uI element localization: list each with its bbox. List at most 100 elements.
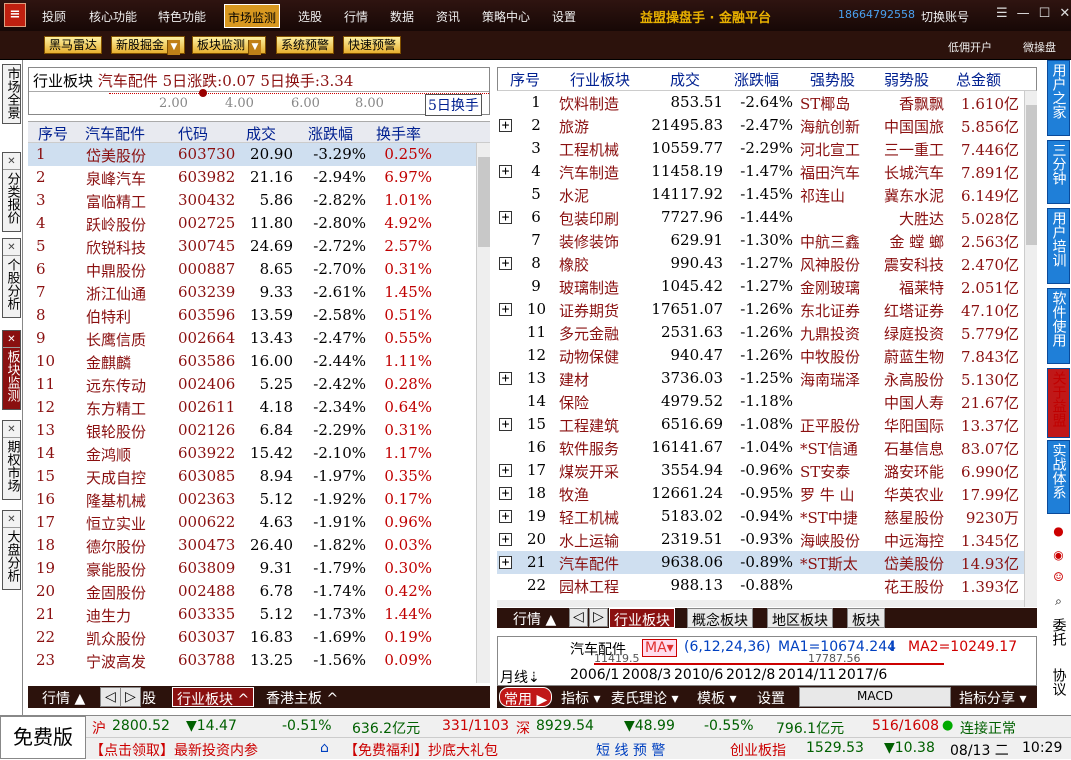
tab-quotes[interactable]: 行情 ▲ [38,687,89,707]
tab-about[interactable]: 关于益盟 [1047,368,1070,438]
table-row[interactable]: 17 恒立实业 000622 4.63 -1.91% 0.96% [28,511,478,534]
template-button[interactable]: 模板 ▾ [693,687,740,707]
ipo-mining-button[interactable]: 新股掘金 ▼ [111,36,186,55]
sector-monitor-button[interactable]: 板块监测 ▼ [192,36,267,55]
flame-icon[interactable]: ● [1049,522,1068,540]
table-row[interactable]: 9 玻璃制造 1045.42 -1.27% 金刚玻璃 福莱特 2.051亿 [497,275,1024,298]
table-row[interactable]: 4 跃岭股份 002725 11.80 -2.80% 4.92% [28,212,478,235]
table-row[interactable]: 22 凯众股份 603037 16.83 -1.69% 0.19% [28,626,478,649]
table-row[interactable]: +13 建材 3736.03 -1.25% 海南瑞泽 永高股份 5.130亿 [497,367,1024,390]
close-icon[interactable]: ✕ [3,241,20,256]
next-arrow-icon[interactable]: ▷ [589,608,608,627]
table-row[interactable]: 14 保险 4979.52 -1.18% 中国人寿 21.67亿 [497,390,1024,413]
table-row[interactable]: 1 饮料制造 853.51 -2.64% ST椰岛 香飘飘 1.610亿 [497,91,1024,114]
tab-user-home[interactable]: 用户之家 [1047,60,1070,136]
table-row[interactable]: 23 宁波高发 603788 13.25 -1.56% 0.09% [28,649,478,672]
expand-plus-icon[interactable]: + [499,372,512,385]
table-row[interactable]: 13 银轮股份 002126 6.84 -2.29% 0.31% [28,419,478,442]
table-row[interactable]: +2 旅游 21495.83 -2.47% 海航创新 中国国旅 5.856亿 [497,114,1024,137]
close-icon[interactable]: ✕ [3,333,20,348]
table-row[interactable]: 21 迪生力 603335 5.12 -1.73% 1.44% [28,603,478,626]
tab-hk-main[interactable]: 香港主板 ^ [262,687,342,707]
message-icon[interactable]: ◉ [1049,546,1068,564]
indicator-share-button[interactable]: 指标分享 ▾ [955,687,1030,707]
home-icon[interactable]: ⌂ [320,740,329,756]
micro-trade-link[interactable]: 微操盘 [1023,39,1056,55]
expand-plus-icon[interactable]: + [499,533,512,546]
table-row[interactable]: +20 水上运输 2319.51 -0.93% 海峡股份 中远海控 1.345亿 [497,528,1024,551]
close-icon[interactable]: ✕ [3,513,20,528]
table-row[interactable]: 14 金鸿顺 603922 15.42 -2.10% 1.17% [28,442,478,465]
chevron-down-icon[interactable]: ▼ [167,40,181,55]
expand-plus-icon[interactable]: + [499,119,512,132]
kline-settings-button[interactable]: 设置 [753,687,789,707]
expand-plus-icon[interactable]: + [499,487,512,500]
col-header-change[interactable]: 涨跌幅 [308,123,353,144]
table-row[interactable]: 20 金固股份 002488 6.78 -1.74% 0.42% [28,580,478,603]
expand-plus-icon[interactable]: + [499,257,512,270]
tab-software-usage[interactable]: 软件使用 [1047,288,1070,364]
chevron-down-icon[interactable]: ▼ [248,40,262,55]
stock-table-scrollbar[interactable] [476,143,490,683]
table-row[interactable]: 7 浙江仙通 603239 9.33 -2.61% 1.45% [28,281,478,304]
expand-plus-icon[interactable]: + [499,510,512,523]
menu-item-advisor[interactable]: 投顾 [42,8,66,25]
minimize-icon[interactable]: — [1017,6,1030,21]
close-icon[interactable]: ✕ [1059,6,1070,21]
short-term-alert[interactable]: 短 线 预 警 [596,740,665,760]
table-row[interactable]: 16 软件服务 16141.67 -1.04% *ST信通 石基信息 83.07亿 [497,436,1024,459]
tab-sector-more[interactable]: 板块 [847,608,885,629]
menu-item-data[interactable]: 数据 [390,8,414,25]
table-row[interactable]: +19 轻工机械 5183.02 -0.94% *ST中捷 慈星股份 9230万 [497,505,1024,528]
col-header-amount[interactable]: 总金额 [956,69,1001,90]
table-row[interactable]: 6 中鼎股份 000887 8.65 -2.70% 0.31% [28,258,478,281]
ad-link-1[interactable]: 【点击领取】最新投资内参 [90,740,258,760]
table-row[interactable]: 12 动物保健 940.47 -1.26% 中牧股份 蔚蓝生物 7.843亿 [497,344,1024,367]
menu-item-settings[interactable]: 设置 [552,8,576,25]
dark-horse-radar-button[interactable]: 黑马雷达 [44,36,103,54]
menu-item-strategy[interactable]: 策略中心 [482,8,530,25]
tab-region-sector[interactable]: 地区板块 [767,608,833,629]
ma-selector[interactable]: MA▾ [642,639,677,657]
table-row[interactable]: +17 煤炭开采 3554.94 -0.96% ST安泰 潞安环能 6.990亿 [497,459,1024,482]
prev-arrow-icon[interactable]: ◁ [569,608,588,627]
table-row[interactable]: 5 欣锐科技 300745 24.69 -2.72% 2.57% [28,235,478,258]
table-row[interactable]: 19 豪能股份 603809 9.31 -1.79% 0.30% [28,557,478,580]
tab-stocks[interactable]: 股 [138,687,160,707]
tab-category-quotes[interactable]: ✕ 分类报价 [2,152,21,232]
menu-item-quotes[interactable]: 行情 [344,8,368,25]
common-button[interactable]: 常用 ▶ [499,687,553,708]
table-row[interactable]: +15 工程建筑 6516.69 -1.08% 正平股份 华阳国际 13.37亿 [497,413,1024,436]
table-row[interactable]: +21 汽车配件 9638.06 -0.89% *ST斯太 岱美股份 14.93亿 [497,551,1024,574]
table-row[interactable]: 9 长鹰信质 002664 13.43 -2.47% 0.55% [28,327,478,350]
tab-industry-sector[interactable]: 行业板块 [609,608,675,629]
menu-icon[interactable]: ☰ [996,6,1008,21]
maximize-icon[interactable]: ☐ [1039,6,1051,21]
tab-industry-sector[interactable]: 行业板块 ^ [172,687,255,708]
expand-plus-icon[interactable]: + [499,211,512,224]
protocol-button[interactable]: 协议 [1048,668,1069,700]
table-row[interactable]: +10 证券期货 17651.07 -1.26% 东北证券 红塔证券 47.10亿 [497,298,1024,321]
table-row[interactable]: +6 包装印刷 7727.96 -1.44% 大胜达 5.028亿 [497,206,1024,229]
tab-concept-sector[interactable]: 概念板块 [687,608,753,629]
menu-item-core[interactable]: 核心功能 [89,8,137,25]
low-fee-account-link[interactable]: 低佣开户 [948,39,992,55]
search-icon[interactable]: ⌕ [1049,592,1068,610]
table-row[interactable]: 18 德尔股份 300473 26.40 -1.82% 0.03% [28,534,478,557]
expand-plus-icon[interactable]: + [499,418,512,431]
col-header-index[interactable]: 序号 [38,123,68,144]
table-row[interactable]: 5 水泥 14117.92 -1.45% 祁连山 冀东水泥 6.149亿 [497,183,1024,206]
tab-stock-analysis[interactable]: ✕ 个股分析 [2,238,21,318]
table-row[interactable]: 1 岱美股份 603730 20.90 -3.29% 0.25% [28,143,478,166]
sector-table-scrollbar[interactable] [1024,91,1037,607]
table-row[interactable]: 3 工程机械 10559.77 -2.29% 河北宣工 三一重工 7.446亿 [497,137,1024,160]
menu-item-market-monitor[interactable]: 市场监测 [224,4,281,28]
app-logo-icon[interactable]: ≡ [4,3,26,27]
col-header-sector[interactable]: 行业板块 [570,69,630,90]
table-row[interactable]: 7 装修装饰 629.91 -1.30% 中航三鑫 金 螳 螂 2.563亿 [497,229,1024,252]
table-row[interactable]: +18 牧渔 12661.24 -0.95% 罗 牛 山 华英农业 17.99亿 [497,482,1024,505]
col-header-turnover[interactable]: 换手率 [376,123,421,144]
system-alert-button[interactable]: 系统预警 [276,36,335,54]
tab-three-minutes[interactable]: 三分钟 [1047,140,1070,204]
table-row[interactable]: 15 天成自控 603085 8.94 -1.97% 0.35% [28,465,478,488]
